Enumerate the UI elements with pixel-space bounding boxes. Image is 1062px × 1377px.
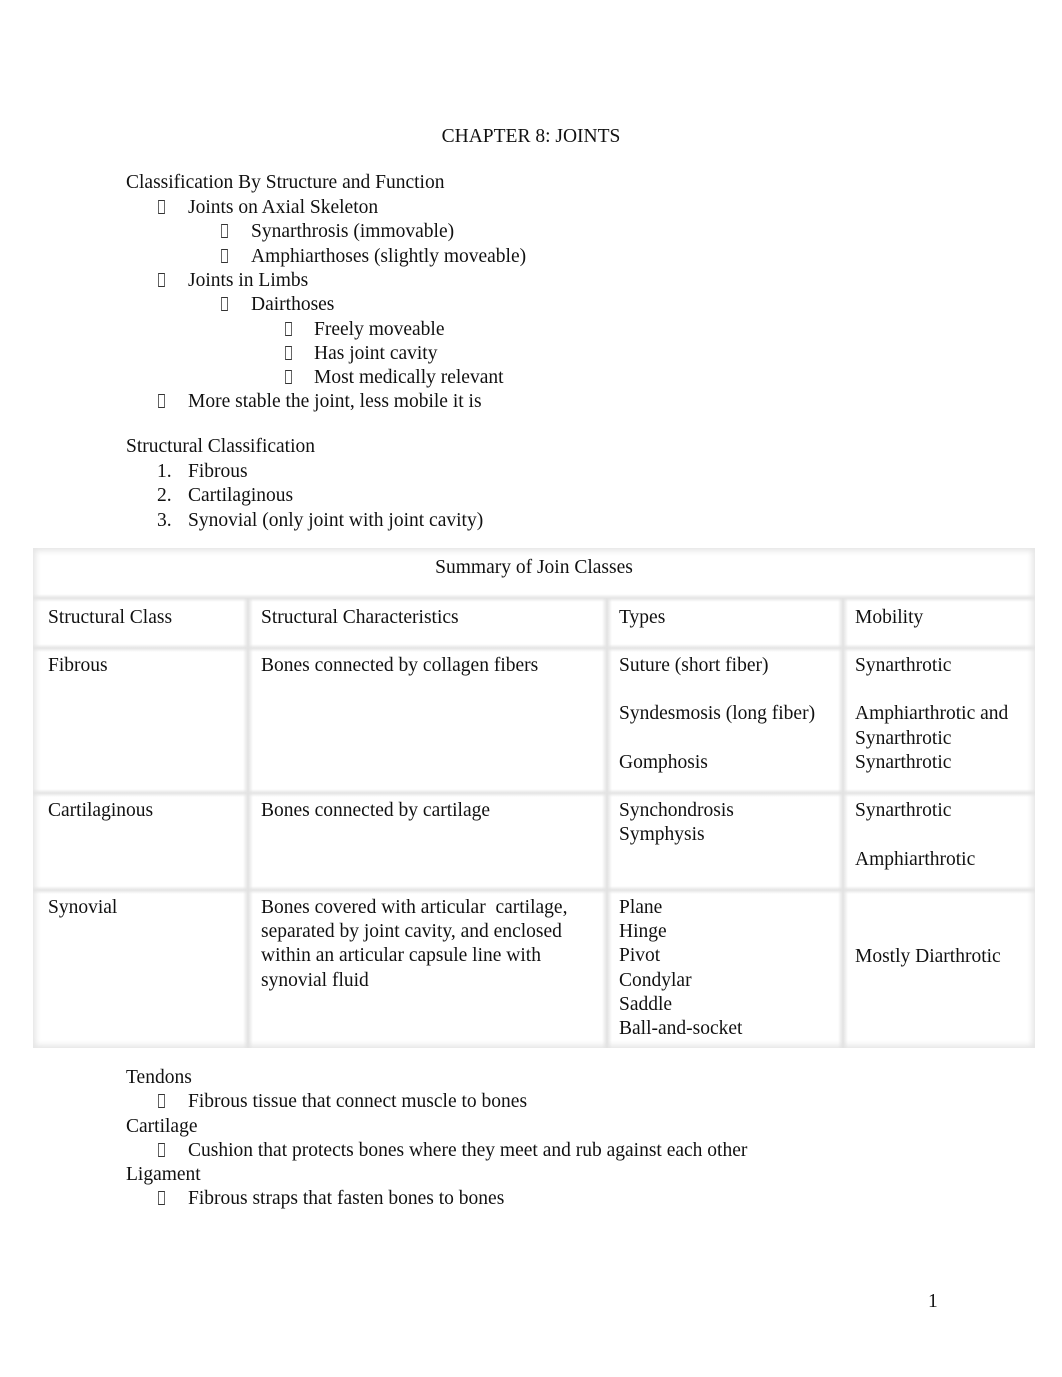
table-cell-type: Plane xyxy=(619,897,663,918)
missing-glyph-box xyxy=(158,1094,165,1109)
table-divider xyxy=(243,598,253,1048)
table-cell-type: Hinge xyxy=(619,921,667,943)
table-cell-mobility: Synarthrotic xyxy=(855,655,952,676)
table-cell-class: Fibrous xyxy=(48,655,108,676)
table-cell-characteristics: Bones covered with articular cartilage, xyxy=(261,897,568,918)
table-rule xyxy=(33,644,1035,652)
missing-glyph-box xyxy=(285,321,292,336)
page-title: CHAPTER 8: JOINTS xyxy=(441,126,621,147)
missing-glyph-box xyxy=(158,1142,165,1157)
section-heading-classification: Classification By Structure and Function xyxy=(126,172,445,193)
bullet-icon xyxy=(157,390,166,414)
table-cell-mobility: Mostly Diarthrotic xyxy=(855,945,1001,967)
table-cell-mobility: Amphiarthrotic xyxy=(855,849,976,871)
table-cell-type: Ball-and-socket xyxy=(619,1018,743,1039)
bullet-icon xyxy=(157,196,166,220)
missing-glyph-box xyxy=(158,200,165,214)
list-item: Joints in Limbs xyxy=(188,269,309,291)
list-item: Dairthoses xyxy=(251,294,335,316)
table-cell-characteristics: Bones connected by collagen fibers xyxy=(261,655,539,676)
missing-glyph-box xyxy=(221,224,228,239)
list-item: Has joint cavity xyxy=(314,342,438,364)
list-item: Synovial (only joint with joint cavity) xyxy=(188,509,484,531)
column-header: Structural Class xyxy=(48,607,173,628)
column-header: Mobility xyxy=(855,607,924,628)
definition-term: Tendons xyxy=(126,1067,192,1088)
list-number: 1. xyxy=(157,461,172,482)
bullet-icon xyxy=(284,366,293,390)
table-cell-characteristics: within an articular capsule line with xyxy=(261,945,541,967)
missing-glyph-box xyxy=(221,297,228,312)
bullet-icon xyxy=(157,1139,166,1163)
table-caption: Summary of Join Classes xyxy=(435,557,633,578)
table-cell-characteristics: synovial fluid xyxy=(261,969,369,991)
list-item: Synarthrosis (immovable) xyxy=(251,221,455,243)
table-cell-class: Synovial xyxy=(48,897,118,918)
definition-detail: Cushion that protects bones where they m… xyxy=(188,1139,748,1161)
table-cell-type: Gomphosis xyxy=(619,751,708,773)
table-cell-type: Synchondrosis xyxy=(619,800,734,821)
list-item: More stable the joint, less mobile it is xyxy=(188,391,482,413)
table-cell-type: Saddle xyxy=(619,993,673,1015)
table-cell-type: Condylar xyxy=(619,969,692,991)
missing-glyph-box xyxy=(158,1191,165,1206)
list-number: 2. xyxy=(157,485,172,507)
table-rule xyxy=(33,594,1035,602)
table-cell-mobility: Amphiarthrotic and xyxy=(855,703,1009,725)
bullet-icon xyxy=(220,293,229,317)
table-cell-type: Syndesmosis (long fiber) xyxy=(619,703,816,725)
bullet-icon xyxy=(157,269,166,293)
bullet-icon xyxy=(220,220,229,244)
section-heading-structural: Structural Classification xyxy=(126,436,316,457)
table-cell-mobility: Synarthrotic xyxy=(855,727,952,749)
missing-glyph-box xyxy=(158,394,165,409)
list-item: Joints on Axial Skeleton xyxy=(188,197,379,218)
bullet-icon xyxy=(157,1090,166,1114)
list-item: Fibrous xyxy=(188,461,248,482)
definition-detail: Fibrous tissue that connect muscle to bo… xyxy=(188,1091,528,1113)
table-cell-type: Pivot xyxy=(619,945,661,967)
column-header: Types xyxy=(619,607,666,628)
bullet-icon xyxy=(284,342,293,366)
table-cell-mobility: Synarthrotic xyxy=(855,800,952,821)
table-cell-characteristics: separated by joint cavity, and enclosed xyxy=(261,921,562,943)
column-header: Structural Characteristics xyxy=(261,607,459,628)
table-cell-class: Cartilaginous xyxy=(48,800,154,821)
definition-detail: Fibrous straps that fasten bones to bone… xyxy=(188,1188,505,1210)
table-cell-mobility: Synarthrotic xyxy=(855,751,952,773)
list-item: Cartilaginous xyxy=(188,485,294,507)
definition-term: Cartilage xyxy=(126,1115,198,1137)
missing-glyph-box xyxy=(221,248,228,263)
table-divider xyxy=(602,598,612,1048)
list-item: Amphiarthoses (slightly moveable) xyxy=(251,245,527,267)
table-cell-type: Symphysis xyxy=(619,824,705,846)
list-item: Freely moveable xyxy=(314,318,445,340)
bullet-icon xyxy=(157,1187,166,1211)
list-item: Most medically relevant xyxy=(314,367,504,389)
table-rule xyxy=(33,886,1035,894)
definition-term: Ligament xyxy=(126,1164,201,1185)
summary-table: Summary of Join Classes Structural Class… xyxy=(33,548,1035,1048)
table-cell-characteristics: Bones connected by cartilage xyxy=(261,800,491,821)
table-divider xyxy=(838,598,848,1048)
table-cell-type: Suture (short fiber) xyxy=(619,655,769,676)
missing-glyph-box xyxy=(285,370,292,385)
table-rule xyxy=(33,789,1035,797)
bullet-icon xyxy=(220,245,229,269)
missing-glyph-box xyxy=(285,345,292,360)
bullet-icon xyxy=(284,318,293,342)
list-number: 3. xyxy=(157,509,172,531)
page-number: 1 xyxy=(928,1291,938,1312)
missing-glyph-box xyxy=(158,272,165,287)
